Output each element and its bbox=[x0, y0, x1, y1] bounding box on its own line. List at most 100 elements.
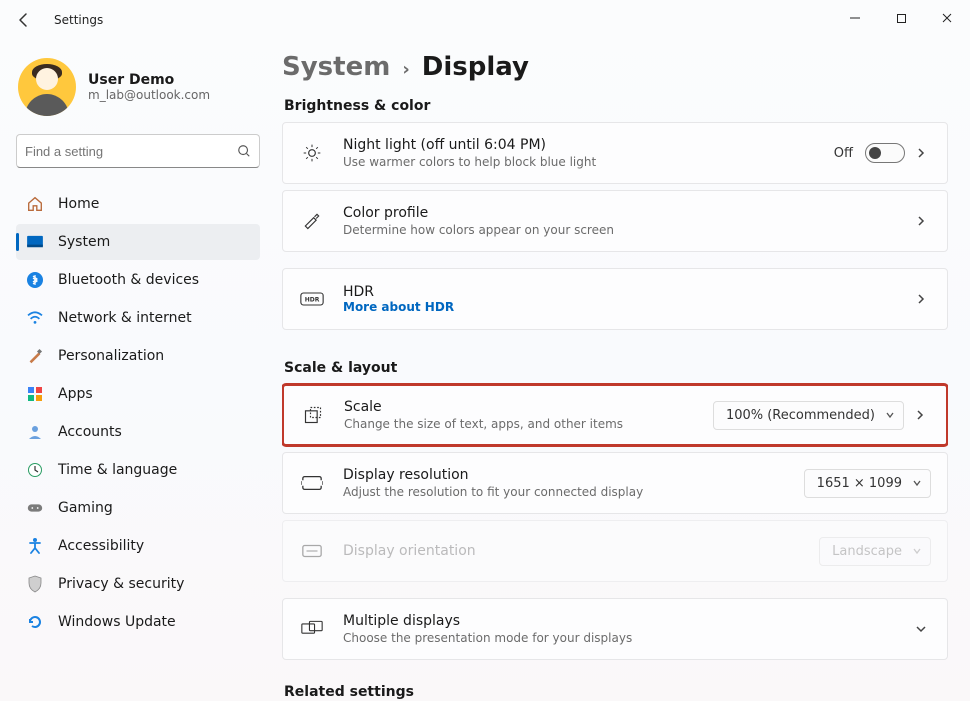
dropdown-value: 1651 × 1099 bbox=[817, 476, 902, 491]
close-button[interactable] bbox=[924, 0, 970, 36]
nav-list: Home System Bluetooth & devices Network … bbox=[16, 186, 260, 640]
nav-item-apps[interactable]: Apps bbox=[16, 376, 260, 412]
chevron-down-icon bbox=[912, 478, 922, 488]
orientation-dropdown: Landscape bbox=[819, 537, 931, 566]
nav-label: Personalization bbox=[58, 348, 164, 364]
card-subtitle: Change the size of text, apps, and other… bbox=[344, 417, 713, 431]
bluetooth-icon bbox=[26, 271, 44, 289]
accounts-icon bbox=[26, 423, 44, 441]
scale-icon bbox=[300, 405, 326, 425]
breadcrumb-root[interactable]: System bbox=[282, 52, 390, 82]
chevron-right-icon bbox=[910, 409, 930, 421]
search-icon bbox=[237, 144, 251, 158]
dropdown-value: 100% (Recommended) bbox=[726, 408, 875, 423]
card-subtitle: Determine how colors appear on your scre… bbox=[343, 223, 905, 237]
nav-item-personalization[interactable]: Personalization bbox=[16, 338, 260, 374]
card-title: Night light (off until 6:04 PM) bbox=[343, 137, 834, 153]
color-profile-icon bbox=[299, 211, 325, 231]
multi-display-icon bbox=[299, 620, 325, 638]
minimize-button[interactable] bbox=[832, 0, 878, 36]
scale-dropdown[interactable]: 100% (Recommended) bbox=[713, 401, 904, 430]
resolution-icon bbox=[299, 474, 325, 492]
chevron-right-icon bbox=[911, 215, 931, 227]
toggle-state-label: Off bbox=[834, 146, 853, 161]
brush-icon bbox=[26, 347, 44, 365]
wifi-icon bbox=[26, 309, 44, 327]
card-resolution[interactable]: Display resolution Adjust the resolution… bbox=[282, 452, 948, 514]
section-brightness: Brightness & color bbox=[284, 98, 948, 114]
gamepad-icon bbox=[26, 499, 44, 517]
update-icon bbox=[26, 613, 44, 631]
card-hdr[interactable]: HDR HDR More about HDR bbox=[282, 268, 948, 330]
shield-icon bbox=[26, 575, 44, 593]
card-night-light[interactable]: Night light (off until 6:04 PM) Use warm… bbox=[282, 122, 948, 184]
back-button[interactable] bbox=[12, 8, 36, 32]
nav-item-privacy[interactable]: Privacy & security bbox=[16, 566, 260, 602]
hdr-link[interactable]: More about HDR bbox=[343, 300, 905, 314]
window-controls bbox=[832, 0, 970, 36]
main-content: System › Display Brightness & color Nigh… bbox=[282, 48, 948, 701]
card-title: Color profile bbox=[343, 205, 905, 221]
nav-item-bluetooth[interactable]: Bluetooth & devices bbox=[16, 262, 260, 298]
resolution-dropdown[interactable]: 1651 × 1099 bbox=[804, 469, 931, 498]
card-title: Scale bbox=[344, 399, 713, 415]
nav-item-accessibility[interactable]: Accessibility bbox=[16, 528, 260, 564]
nav-label: Accounts bbox=[58, 424, 122, 440]
profile-block[interactable]: User Demo m_lab@outlook.com bbox=[18, 58, 260, 116]
apps-icon bbox=[26, 385, 44, 403]
card-scale[interactable]: Scale Change the size of text, apps, and… bbox=[282, 384, 948, 446]
profile-name: User Demo bbox=[88, 72, 210, 88]
chevron-down-icon bbox=[911, 623, 931, 635]
card-title: Display orientation bbox=[343, 543, 819, 559]
night-light-icon bbox=[299, 143, 325, 163]
system-icon bbox=[26, 233, 44, 251]
nav-item-home[interactable]: Home bbox=[16, 186, 260, 222]
card-subtitle: Choose the presentation mode for your di… bbox=[343, 631, 905, 645]
nav-label: Gaming bbox=[58, 500, 113, 516]
nav-label: Time & language bbox=[58, 462, 177, 478]
card-title: Multiple displays bbox=[343, 613, 905, 629]
chevron-right-icon bbox=[911, 147, 931, 159]
sidebar: User Demo m_lab@outlook.com Home System … bbox=[0, 48, 270, 640]
avatar bbox=[18, 58, 76, 116]
chevron-right-icon bbox=[911, 293, 931, 305]
nav-item-accounts[interactable]: Accounts bbox=[16, 414, 260, 450]
search-input[interactable] bbox=[25, 144, 237, 159]
dropdown-value: Landscape bbox=[832, 544, 902, 559]
chevron-down-icon bbox=[912, 546, 922, 556]
clock-icon bbox=[26, 461, 44, 479]
section-scale: Scale & layout bbox=[284, 360, 948, 376]
card-subtitle: Adjust the resolution to fit your connec… bbox=[343, 485, 804, 499]
card-title: Display resolution bbox=[343, 467, 804, 483]
nav-label: Network & internet bbox=[58, 310, 192, 326]
chevron-down-icon bbox=[885, 410, 895, 420]
hdr-icon: HDR bbox=[299, 291, 325, 307]
titlebar: Settings bbox=[0, 0, 970, 40]
card-orientation: Display orientation Landscape bbox=[282, 520, 948, 582]
maximize-button[interactable] bbox=[878, 0, 924, 36]
svg-text:HDR: HDR bbox=[305, 297, 320, 304]
nav-item-time[interactable]: Time & language bbox=[16, 452, 260, 488]
window-title: Settings bbox=[54, 13, 103, 27]
accessibility-icon bbox=[26, 537, 44, 555]
card-title: HDR bbox=[343, 284, 905, 300]
search-box[interactable] bbox=[16, 134, 260, 168]
card-subtitle: Use warmer colors to help block blue lig… bbox=[343, 155, 834, 169]
nav-label: Bluetooth & devices bbox=[58, 272, 199, 288]
nav-label: System bbox=[58, 234, 110, 250]
nav-item-gaming[interactable]: Gaming bbox=[16, 490, 260, 526]
night-light-toggle[interactable] bbox=[865, 143, 905, 163]
nav-label: Home bbox=[58, 196, 99, 212]
orientation-icon bbox=[299, 542, 325, 560]
card-color-profile[interactable]: Color profile Determine how colors appea… bbox=[282, 190, 948, 252]
nav-label: Windows Update bbox=[58, 614, 176, 630]
nav-label: Privacy & security bbox=[58, 576, 184, 592]
nav-item-network[interactable]: Network & internet bbox=[16, 300, 260, 336]
nav-label: Accessibility bbox=[58, 538, 144, 554]
breadcrumb-separator: › bbox=[402, 59, 409, 80]
section-related: Related settings bbox=[284, 684, 948, 700]
card-multiple-displays[interactable]: Multiple displays Choose the presentatio… bbox=[282, 598, 948, 660]
nav-item-update[interactable]: Windows Update bbox=[16, 604, 260, 640]
breadcrumb: System › Display bbox=[282, 52, 948, 82]
nav-item-system[interactable]: System bbox=[16, 224, 260, 260]
